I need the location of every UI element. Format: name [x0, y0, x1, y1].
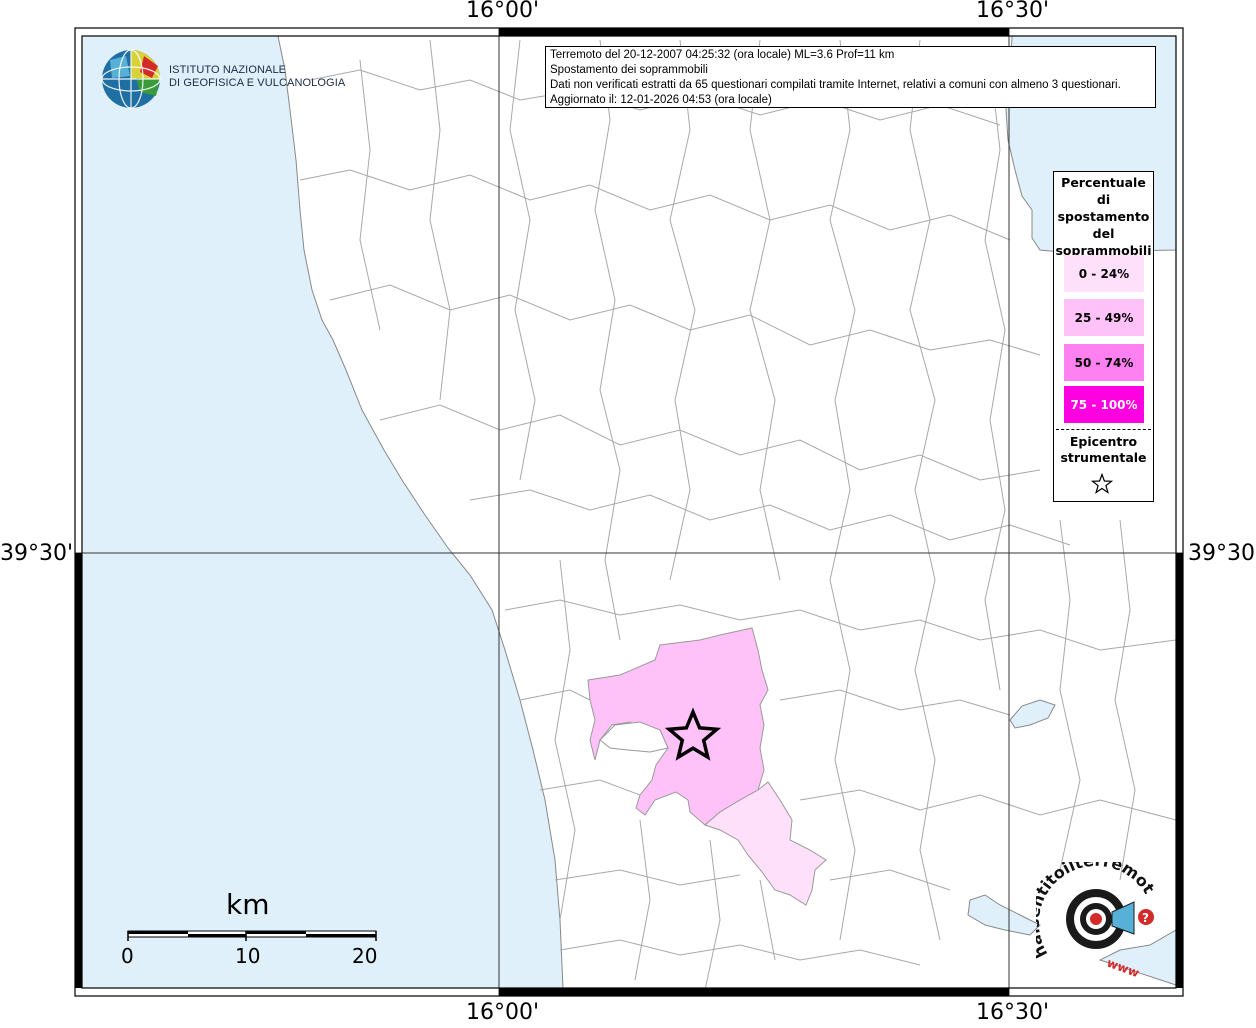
legend-separator: [1056, 429, 1151, 430]
legend-class-25-49: 25 - 49%: [1064, 299, 1144, 336]
ingv-name-line1: ISTITUTO NAZIONALE: [169, 64, 287, 76]
star-outline-icon: [1091, 473, 1113, 494]
legend-title-line: di: [1096, 192, 1111, 207]
scale-unit: km: [226, 888, 270, 921]
legend: Percentuale di spostamento del soprammob…: [1053, 171, 1154, 502]
event-info-box: Terremoto del 20-12-2007 04:25:32 (ora l…: [545, 46, 1156, 108]
lat-tick-right-39-30: 39°30': [1188, 541, 1256, 566]
legend-title-line: Percentuale: [1061, 175, 1146, 190]
legend-title-line: spostamento: [1057, 209, 1150, 224]
lon-tick-bottom-16-30: 16°30': [976, 1000, 1050, 1025]
lat-tick-left-39-30: 39°30': [0, 541, 74, 566]
legend-class-0-24: 0 - 24%: [1064, 255, 1144, 292]
map-stage: 16°00' 16°30' 16°00' 16°30' 39°30' 39°30…: [0, 0, 1256, 1025]
event-info-line2: Spostamento dei soprammobili: [550, 64, 708, 76]
haisentito-www: www: [1105, 956, 1141, 977]
ingv-name-line2: DI GEOFISICA E VULCANOLOGIA: [169, 77, 346, 89]
legend-epicenter-line: strumentale: [1060, 450, 1147, 465]
scale-label-0: 0: [121, 944, 134, 968]
legend-epicenter-label: Epicentro strumentale: [1054, 434, 1153, 466]
legend-class-75-100: 75 - 100%: [1064, 386, 1144, 423]
haisentito-logo-icon: haisentitoilterremoto.it ? www: [1036, 862, 1159, 977]
ingv-name: ISTITUTO NAZIONALE DI GEOFISICA E VULCAN…: [169, 64, 345, 90]
legend-title-line: del: [1092, 226, 1115, 241]
event-info-line4: Aggiornato il: 12-01-2026 04:53 (ora loc…: [550, 94, 772, 106]
lon-tick-bottom-16-00: 16°00': [466, 1000, 540, 1025]
lon-tick-top-16-00: 16°00': [466, 0, 540, 23]
ingv-globe-logo-icon: [101, 49, 161, 109]
event-info-line1: Terremoto del 20-12-2007 04:25:32 (ora l…: [550, 49, 895, 61]
scale-label-20: 20: [352, 944, 378, 968]
legend-title: Percentuale di spostamento del soprammob…: [1054, 174, 1153, 259]
haisentito-question: ?: [1142, 911, 1149, 925]
legend-epicenter-line: Epicentro: [1069, 434, 1138, 449]
lon-tick-top-16-30: 16°30': [976, 0, 1050, 23]
event-info-line3: Dati non verificati estratti da 65 quest…: [550, 79, 1121, 91]
legend-class-50-74: 50 - 74%: [1064, 344, 1144, 381]
scale-label-10: 10: [235, 944, 261, 968]
